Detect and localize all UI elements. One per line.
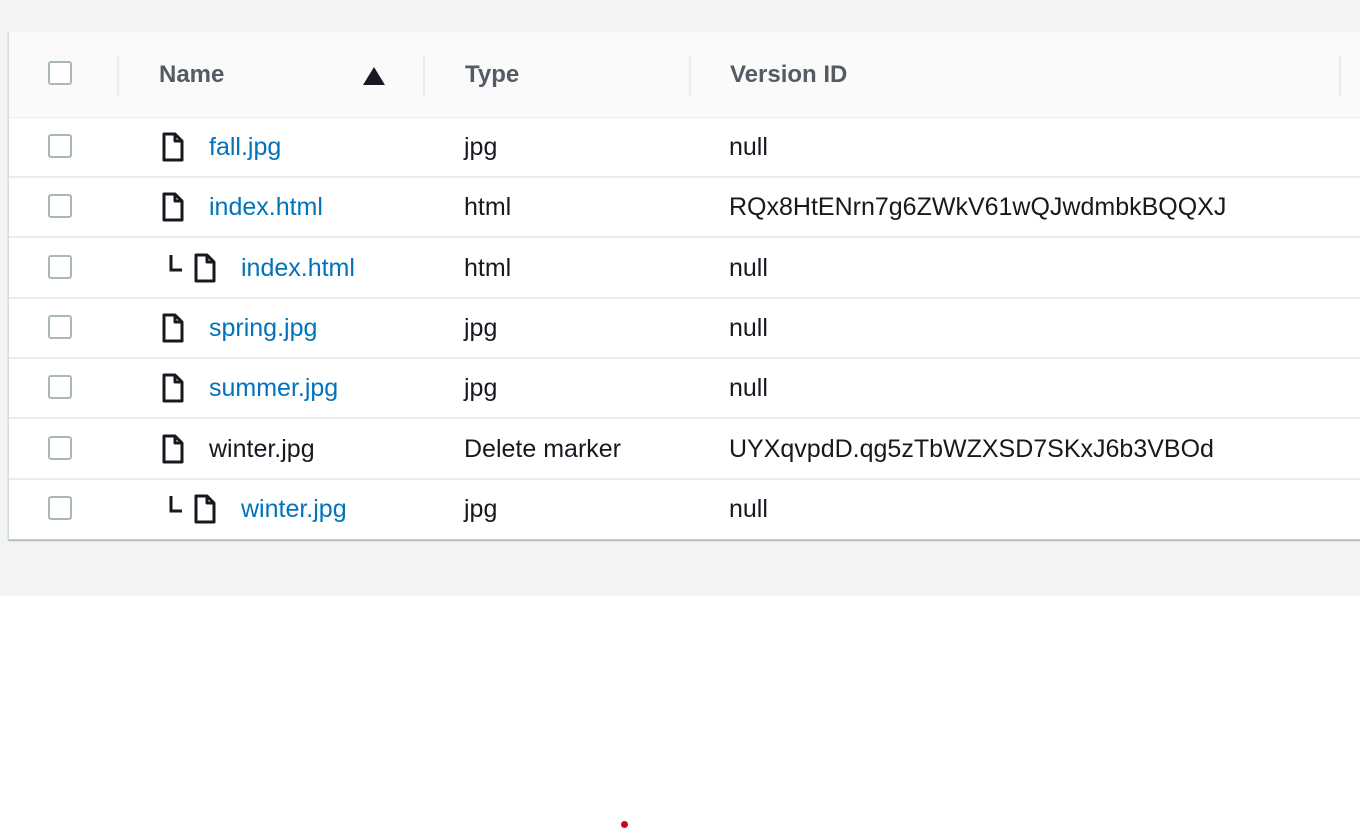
version-branch-icon: [169, 496, 183, 514]
object-version-id: null: [729, 132, 768, 161]
column-divider: [423, 56, 425, 96]
sort-ascending-icon[interactable]: [363, 67, 385, 85]
table-row[interactable]: spring.jpg jpg null: [9, 299, 1360, 359]
row-select-checkbox[interactable]: [48, 436, 72, 460]
table-row[interactable]: fall.jpg jpg null: [9, 118, 1360, 178]
row-select-checkbox[interactable]: [48, 134, 72, 158]
object-name-link[interactable]: index.html: [209, 178, 323, 236]
version-branch-icon: [169, 255, 183, 273]
object-name-link[interactable]: spring.jpg: [209, 299, 317, 357]
row-select-checkbox[interactable]: [48, 496, 72, 520]
content-area: Name Type Version ID fall.jpg jpg null inde…: [0, 0, 1360, 596]
object-name-link[interactable]: summer.jpg: [209, 359, 338, 417]
column-divider: [689, 56, 691, 96]
object-type: jpg: [464, 494, 498, 523]
table-row[interactable]: winter.jpg jpg null: [9, 480, 1360, 540]
object-version-id: UYXqvpdD.qg5zTbWZXSD7SKxJ6b3VBOd: [729, 434, 1214, 463]
file-icon: [161, 434, 185, 464]
row-select-checkbox[interactable]: [48, 375, 72, 399]
file-icon: [193, 253, 217, 283]
cursor-indicator: [621, 821, 628, 828]
file-icon: [193, 494, 217, 524]
row-select-checkbox[interactable]: [48, 194, 72, 218]
object-version-id: null: [729, 494, 768, 523]
object-type: jpg: [464, 313, 498, 342]
object-type: Delete marker: [464, 434, 621, 463]
column-header-version-id[interactable]: Version ID: [730, 32, 1330, 118]
column-header-type-label: Type: [465, 61, 520, 88]
table-row[interactable]: index.html html RQx8HtENrn7g6ZWkV61wQJwdmb…: [9, 178, 1360, 238]
table-header: Name Type Version ID: [9, 32, 1360, 118]
object-name: winter.jpg: [209, 434, 315, 463]
column-header-version-id-label: Version ID: [730, 61, 848, 88]
object-name-link[interactable]: winter.jpg: [241, 480, 347, 538]
object-version-id: null: [729, 313, 768, 342]
file-icon: [161, 373, 185, 403]
file-icon: [161, 132, 185, 162]
column-header-type[interactable]: Type: [465, 32, 685, 118]
table-row[interactable]: index.html html null: [9, 239, 1360, 299]
file-icon: [161, 192, 185, 222]
table-row[interactable]: summer.jpg jpg null: [9, 359, 1360, 419]
column-divider: [117, 56, 119, 96]
object-name-link[interactable]: fall.jpg: [209, 118, 281, 176]
object-type: html: [464, 192, 512, 221]
table-row[interactable]: winter.jpg Delete marker UYXqvpdD.qg5zTbWZ…: [9, 420, 1360, 480]
object-type: jpg: [464, 132, 498, 161]
object-version-id: null: [729, 253, 768, 282]
object-version-id: RQx8HtENrn7g6ZWkV61wQJwdmbkBQQXJ: [729, 192, 1227, 221]
object-name-link[interactable]: index.html: [241, 239, 355, 297]
row-select-checkbox[interactable]: [48, 255, 72, 279]
row-select-checkbox[interactable]: [48, 315, 72, 339]
column-divider: [1339, 56, 1341, 96]
objects-table: Name Type Version ID fall.jpg jpg null inde…: [8, 32, 1360, 540]
column-header-name-label: Name: [159, 61, 225, 88]
object-type: html: [464, 253, 512, 282]
select-all-checkbox[interactable]: [48, 61, 72, 85]
object-version-id: null: [729, 373, 768, 402]
file-icon: [161, 313, 185, 343]
object-type: jpg: [464, 373, 498, 402]
